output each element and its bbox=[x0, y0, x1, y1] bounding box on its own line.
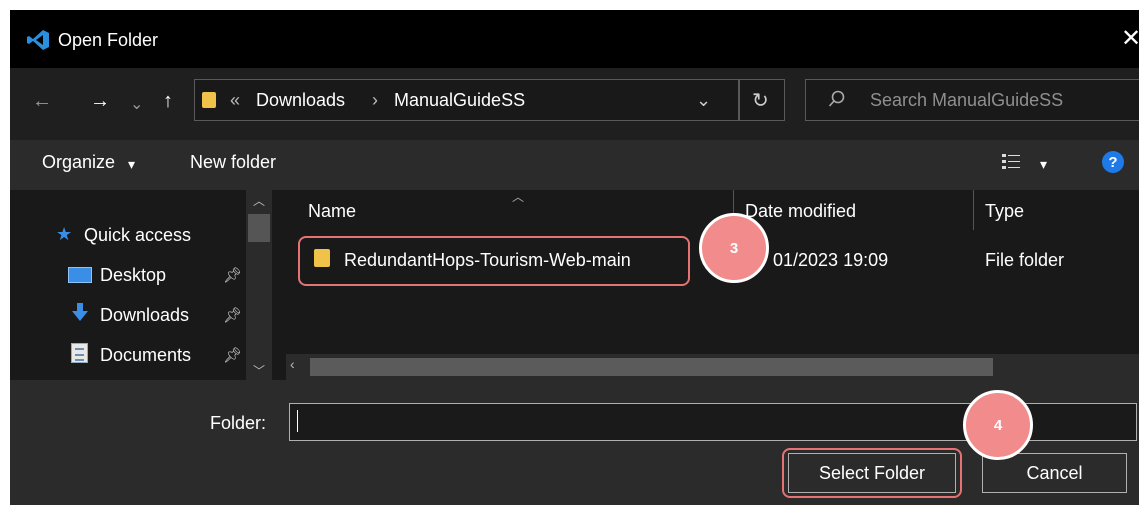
open-folder-dialog: Open Folder ✕ ← → ⌄ ↑ « Downloads › Manu… bbox=[10, 10, 1139, 505]
sidebar-item-downloads[interactable]: Downloads bbox=[100, 305, 189, 326]
sort-ascending-icon: ︿ bbox=[512, 190, 525, 204]
file-type: File folder bbox=[985, 250, 1065, 270]
pin-icon[interactable]: 📌︎ bbox=[223, 306, 242, 324]
step-3-marker: 3 bbox=[699, 213, 769, 283]
breadcrumb-manualguidess[interactable]: ManualGuideSS bbox=[394, 90, 525, 111]
column-header-type[interactable]: Type bbox=[985, 201, 1024, 222]
column-header-name[interactable]: Name bbox=[308, 201, 356, 222]
step-4-highlight bbox=[782, 448, 962, 498]
up-arrow-icon[interactable]: ↑ bbox=[163, 90, 173, 113]
breadcrumb-overflow[interactable]: « bbox=[230, 90, 240, 111]
sidebar-item-documents[interactable]: Documents bbox=[100, 345, 191, 366]
forward-arrow-icon[interactable]: → bbox=[90, 90, 110, 113]
search-icon bbox=[828, 90, 846, 113]
recent-locations-chevron-icon[interactable]: ⌄ bbox=[130, 94, 143, 114]
column-header-date-modified[interactable]: Date modified bbox=[745, 201, 856, 222]
search-placeholder: Search ManualGuideSS bbox=[870, 90, 1064, 110]
view-options-icon[interactable] bbox=[1002, 153, 1022, 176]
download-icon bbox=[70, 302, 90, 327]
vscode-icon bbox=[26, 28, 50, 57]
desktop-icon bbox=[68, 267, 92, 283]
title-bar bbox=[10, 10, 1139, 68]
close-icon[interactable]: ✕ bbox=[1121, 24, 1139, 53]
text-cursor bbox=[297, 410, 298, 432]
sidebar-item-desktop[interactable]: Desktop bbox=[100, 265, 166, 286]
step-4-marker: 4 bbox=[963, 390, 1033, 460]
documents-icon bbox=[71, 343, 88, 363]
scroll-up-icon[interactable]: ︿ bbox=[253, 192, 265, 209]
file-date-modified: 01/2023 19:09 bbox=[773, 250, 889, 270]
address-dropdown-icon[interactable]: ⌄ bbox=[696, 90, 711, 111]
view-dropdown-icon[interactable]: ▾ bbox=[1040, 156, 1047, 173]
organize-dropdown-icon[interactable]: ▾ bbox=[128, 156, 135, 173]
new-folder-button[interactable]: New folder bbox=[190, 152, 276, 173]
folder-label: Folder: bbox=[210, 413, 267, 433]
refresh-icon: ↻ bbox=[752, 90, 769, 112]
toolbar bbox=[10, 140, 1139, 190]
help-icon[interactable]: ? bbox=[1102, 151, 1124, 173]
organize-button[interactable]: Organize bbox=[42, 152, 115, 173]
breadcrumb-separator: › bbox=[372, 90, 378, 110]
star-icon: ★ bbox=[56, 224, 73, 244]
sidebar-scroll-thumb[interactable] bbox=[248, 214, 270, 242]
breadcrumb-downloads[interactable]: Downloads bbox=[256, 90, 345, 111]
sidebar-item-quick-access[interactable]: Quick access bbox=[84, 225, 191, 246]
scroll-left-icon[interactable]: ‹ bbox=[290, 356, 295, 372]
window-title: Open Folder bbox=[58, 30, 159, 50]
column-divider[interactable] bbox=[973, 190, 974, 230]
pin-icon[interactable]: 📌︎ bbox=[223, 346, 242, 364]
folder-icon bbox=[202, 92, 216, 108]
back-arrow-icon[interactable]: ← bbox=[32, 90, 52, 113]
step-3-highlight bbox=[298, 236, 690, 286]
scroll-down-icon[interactable]: ﹀ bbox=[253, 362, 265, 379]
horizontal-scroll-thumb[interactable] bbox=[310, 358, 993, 376]
pin-icon[interactable]: 📌︎ bbox=[223, 266, 242, 284]
